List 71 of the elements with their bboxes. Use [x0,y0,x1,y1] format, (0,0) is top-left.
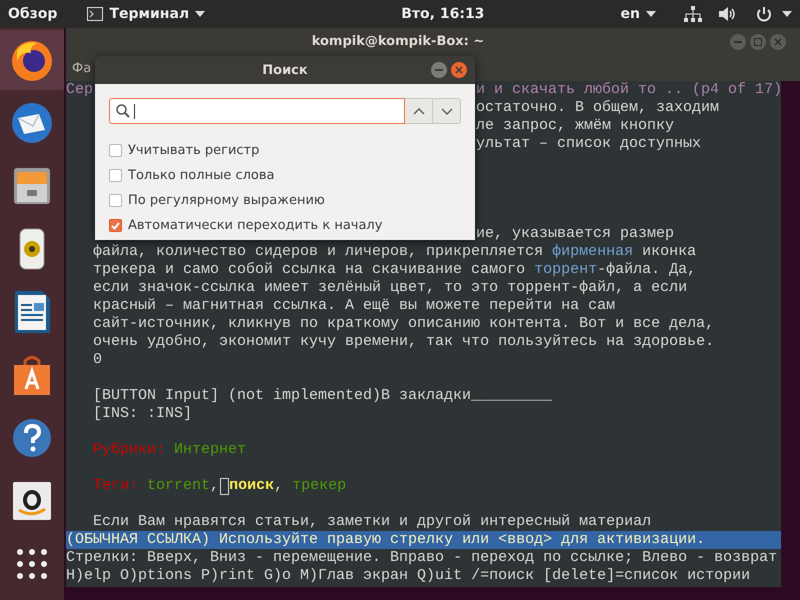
text-cursor [220,478,230,495]
check-icon [111,222,120,230]
terminal-text: Если Вам нравятся статьи, заметки и другой интересный материал [93,513,652,531]
terminal-text: если значок-ссылка имеет зелёный цвет, то это торрент-файл, а если [93,279,688,297]
terminal-text: сайт-источник, кликнув по краткому описанию контента. Вот и все дела, [93,315,714,333]
terminal-text: -файла. Да, [597,261,696,279]
minimize-icon [734,40,742,42]
close-icon [455,66,463,74]
clock[interactable]: Вто, 16:13 [401,6,484,22]
envelope-icon [9,100,55,146]
question-mark-icon [11,417,53,459]
dialog-title: Поиск [262,62,308,78]
terminal-icon [87,7,104,21]
close-icon [774,38,782,46]
caret-icon[interactable] [782,11,792,17]
checkbox[interactable] [109,169,122,182]
terminal-link[interactable]: torrent [147,477,210,495]
terminal-link[interactable]: торрент [534,261,598,279]
terminal-text: Теги: [93,477,138,495]
option-label: Автоматически переходить к началу [128,218,382,233]
menu-item[interactable]: Фа [72,60,92,76]
terminal-text: 0 [93,351,102,369]
checkbox[interactable] [109,194,122,207]
minimize-icon [435,69,443,71]
dock-item[interactable] [0,30,64,90]
caret-icon [195,11,206,17]
terminal-text: Сер [66,81,94,99]
terminal-link[interactable]: поиск [229,477,274,495]
terminal-text: файла, количество сидеров и личеров, прикрепляется [93,243,544,261]
terminal-text: , [210,477,220,495]
checkbox[interactable] [109,144,122,157]
chevron-up-icon [412,108,424,114]
power-icon[interactable] [756,6,772,22]
terminal-link[interactable]: трекер [292,477,346,495]
terminal-text: , [274,477,284,495]
terminal-text: [INS: :INS] [93,405,192,423]
terminal-text: ультат – список доступных [476,135,702,153]
minimize-button[interactable] [431,62,447,78]
app-grid-icon [16,548,48,580]
window-title: kompik@kompik-Box: ~ [310,34,486,49]
network-icon[interactable] [684,6,702,22]
maximize-icon [754,38,762,46]
volume-icon[interactable] [718,6,736,22]
activities-button[interactable]: Обзор [8,6,58,22]
terminal-text: трекера и само собой ссылка на скачивание самого [93,261,526,279]
language-menu[interactable]: en [620,6,656,22]
checkbox[interactable] [109,219,122,232]
terminal-link[interactable]: фирменная [552,243,634,261]
close-button[interactable] [451,62,467,78]
terminal-text: ле запрос, жмём кнопку [476,117,674,135]
terminal-text: [BUTTON Input] (not implemented)В закладки_________ [93,387,552,405]
terminal-text: ие, указывается размер [476,225,674,243]
option-label: Учитывать регистр [128,143,260,158]
terminal-text: H)elp O)ptions P)rint G)o M)Глав экран Q)uit /=поиск [delete]=список истории [66,567,750,585]
terminal-text: очень удобно, экономит кучу времени, так что пользуйтесь на здоровье. [93,333,714,351]
terminal-text: иконка [641,243,696,261]
terminal-text: и и скачать любой то .. (p4 of 17) [476,81,782,99]
search-field[interactable] [109,98,405,124]
option-label: Только полные слова [128,168,274,183]
caret-icon [646,11,656,17]
app-menu[interactable]: Терминал [87,6,206,22]
chevron-down-icon [440,108,452,114]
search-icon [116,104,130,118]
option-label: По регулярному выражению [128,193,325,208]
terminal-text: красный – магнитная ссылка. А ещё вы можете перейти на сам [93,297,616,315]
terminal-text: Рубрики: [93,441,166,459]
terminal-text: остаточно. В общем, заходим [476,99,720,117]
terminal-text: (ОБЫЧНАЯ ССЫЛКА) Используйте правую стрелку или <ввод> для активизации. [66,531,706,549]
document-icon [12,289,52,335]
terminal-text: Стрелки: Вверх, Вниз - перемещение. Вправо - переход по ссылке; Влево - возврат [66,549,778,567]
terminal-link[interactable]: Интернет [174,441,246,459]
